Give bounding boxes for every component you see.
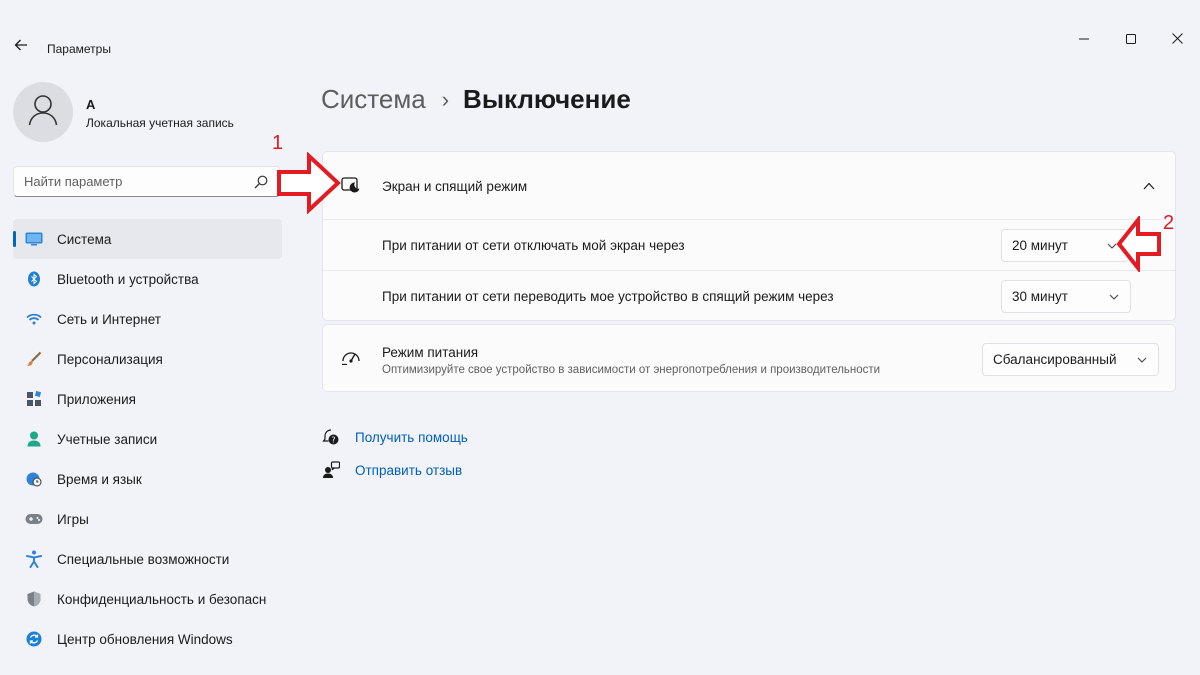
chevron-down-icon xyxy=(1108,291,1120,303)
close-button[interactable] xyxy=(1163,28,1191,52)
avatar[interactable] xyxy=(13,82,73,142)
power-mode-dropdown[interactable]: Сбалансированный xyxy=(982,343,1159,376)
chevron-down-icon xyxy=(1136,354,1148,366)
sidebar-item-accessibility[interactable]: Специальные возможности xyxy=(13,539,282,579)
sidebar-item-system[interactable]: Система xyxy=(13,219,282,259)
help-icon: ? xyxy=(321,427,341,447)
annotation-arrow-right-icon xyxy=(277,152,341,214)
power-mode-description: Оптимизируйте свое устройство в зависимо… xyxy=(382,364,881,376)
sidebar-nav: Система Bluetooth и устройства Сеть и Ин… xyxy=(13,219,282,659)
send-feedback-link[interactable]: Отправить отзыв xyxy=(321,460,462,480)
sidebar-item-apps[interactable]: Приложения xyxy=(13,379,282,419)
sidebar-item-label: Центр обновления Windows xyxy=(57,631,233,647)
globe-clock-icon xyxy=(25,470,43,488)
sidebar-item-accounts[interactable]: Учетные записи xyxy=(13,419,282,459)
search-icon[interactable] xyxy=(253,174,269,190)
sidebar-item-personalization[interactable]: Персонализация xyxy=(13,339,282,379)
sidebar-item-label: Приложения xyxy=(57,391,136,407)
chevron-up-icon[interactable] xyxy=(1141,178,1157,194)
breadcrumb: Система › Выключение xyxy=(321,84,631,115)
accounts-icon xyxy=(25,430,43,448)
close-icon xyxy=(1171,31,1183,49)
power-mode-value: Сбалансированный xyxy=(993,352,1117,367)
bluetooth-icon xyxy=(25,270,43,288)
sleep-dropdown[interactable]: 30 минут xyxy=(1001,280,1131,313)
annotation-number-2: 2 xyxy=(1163,212,1175,234)
send-feedback-label: Отправить отзыв xyxy=(355,462,463,478)
power-mode-title: Режим питания xyxy=(382,345,479,360)
power-mode-card: Режим питания Оптимизируйте свое устройс… xyxy=(322,324,1176,392)
sidebar-item-label: Конфиденциальность и безопасность xyxy=(57,591,267,607)
back-button[interactable] xyxy=(10,36,32,58)
sidebar-item-label: Время и язык xyxy=(57,471,142,487)
account-type: Локальная учетная запись xyxy=(86,116,234,130)
sleep-row: При питании от сети переводить мое устро… xyxy=(323,270,1175,321)
screen-sleep-card: Экран и спящий режим При питании от сети… xyxy=(322,151,1176,321)
apps-icon xyxy=(25,390,43,408)
maximize-icon xyxy=(1126,31,1136,49)
power-mode-gauge-icon xyxy=(341,349,361,369)
sleep-value: 30 минут xyxy=(1012,289,1068,304)
minimize-button[interactable] xyxy=(1070,28,1098,52)
sidebar-item-time-language[interactable]: Время и язык xyxy=(13,459,282,499)
screen-sleep-title: Экран и спящий режим xyxy=(382,179,528,194)
sidebar-item-bluetooth[interactable]: Bluetooth и устройства xyxy=(13,259,282,299)
screen-off-dropdown[interactable]: 20 минут xyxy=(1001,229,1129,262)
sidebar-item-label: Bluetooth и устройства xyxy=(57,271,199,287)
search-input[interactable] xyxy=(24,174,253,189)
maximize-button[interactable] xyxy=(1117,28,1145,52)
sidebar-item-label: Учетные записи xyxy=(57,431,158,447)
search-box[interactable] xyxy=(13,166,280,197)
screen-off-value: 20 минут xyxy=(1012,238,1068,253)
svg-text:?: ? xyxy=(331,436,335,445)
sidebar-item-label: Персонализация xyxy=(57,351,163,367)
feedback-icon xyxy=(321,460,341,480)
page-title: Выключение xyxy=(463,84,631,114)
screen-off-label: При питании от сети отключать мой экран … xyxy=(382,238,685,253)
screen-sleep-icon xyxy=(341,176,361,196)
gamepad-icon xyxy=(25,510,43,528)
windows-update-icon xyxy=(25,630,43,648)
get-help-label: Получить помощь xyxy=(355,429,468,445)
sidebar-item-network[interactable]: Сеть и Интернет xyxy=(13,299,282,339)
minimize-icon xyxy=(1079,31,1089,49)
settings-window: Параметры А Локальная учетная запись Сис… xyxy=(0,0,1200,675)
brush-icon xyxy=(25,350,43,368)
user-avatar-icon xyxy=(28,94,58,131)
app-title: Параметры xyxy=(47,42,111,56)
wifi-icon xyxy=(25,310,43,328)
screen-off-row: При питании от сети отключать мой экран … xyxy=(323,219,1175,270)
back-arrow-icon xyxy=(14,38,28,57)
sleep-label: При питании от сети переводить мое устро… xyxy=(382,289,834,304)
sidebar-item-label: Специальные возможности xyxy=(57,551,230,567)
sidebar-item-windows-update[interactable]: Центр обновления Windows xyxy=(13,619,282,659)
annotation-arrow-left-icon xyxy=(1116,216,1161,272)
sidebar-item-gaming[interactable]: Игры xyxy=(13,499,282,539)
get-help-link[interactable]: ? Получить помощь xyxy=(321,427,468,447)
sidebar-item-privacy[interactable]: Конфиденциальность и безопасность xyxy=(13,579,282,619)
screen-sleep-header[interactable]: Экран и спящий режим xyxy=(323,152,1175,219)
shield-icon xyxy=(25,590,43,608)
breadcrumb-separator: › xyxy=(441,86,450,112)
user-name: А xyxy=(86,97,96,112)
sidebar-item-label: Система xyxy=(57,231,112,247)
accessibility-icon xyxy=(25,550,43,568)
sidebar-item-label: Сеть и Интернет xyxy=(57,311,161,327)
breadcrumb-parent[interactable]: Система xyxy=(321,84,426,115)
title-bar: Параметры xyxy=(0,0,1200,80)
system-display-icon xyxy=(25,230,43,248)
sidebar-item-label: Игры xyxy=(57,511,89,527)
